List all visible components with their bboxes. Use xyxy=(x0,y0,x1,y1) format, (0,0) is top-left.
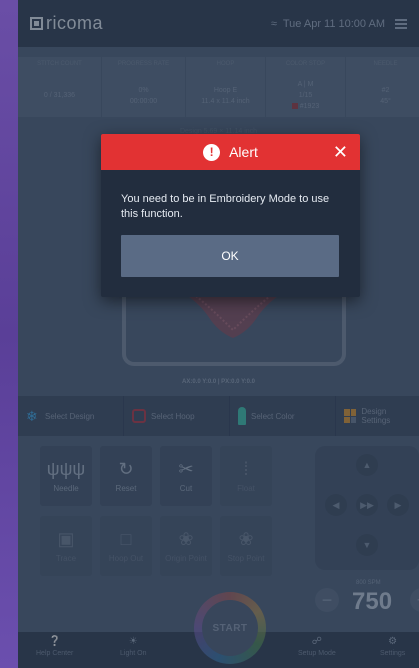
alert-dialog: ! Alert ✕ You need to be in Embroidery M… xyxy=(101,134,360,297)
alert-title: Alert xyxy=(229,144,258,160)
modal-overlay xyxy=(18,0,419,668)
ok-button[interactable]: OK xyxy=(121,235,339,277)
close-icon[interactable]: ✕ xyxy=(333,142,348,162)
alert-header: ! Alert ✕ xyxy=(101,134,360,170)
exclamation-icon: ! xyxy=(203,143,221,161)
